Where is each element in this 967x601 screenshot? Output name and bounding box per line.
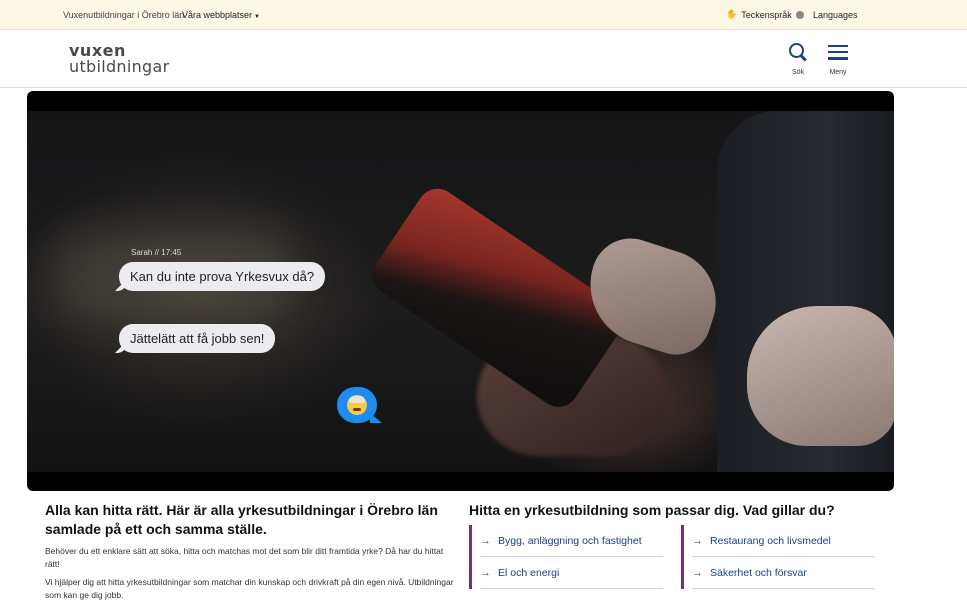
mind-blown-emoji-icon (347, 395, 367, 415)
arrow-right-icon: → (480, 566, 491, 579)
caret-down-icon: ▼ (254, 14, 260, 20)
our-sites-dropdown[interactable]: Våra webbplatser ▼ (182, 10, 260, 20)
intro-section: Alla kan hitta rätt. Här är alla yrkesut… (45, 501, 455, 601)
arrow-right-icon: → (692, 566, 703, 579)
hand-image (747, 306, 894, 446)
utility-bar: Vuxenutbildningar i Örebro län Våra webb… (0, 0, 967, 30)
arrow-right-icon: → (480, 534, 491, 547)
finder-heading: Hitta en yrkesutbildning som passar dig.… (469, 502, 835, 518)
globe-icon (795, 10, 804, 19)
menu-button[interactable]: Meny (818, 42, 858, 76)
sign-language-label: Teckenspråk (741, 9, 792, 20)
intro-paragraph-1: Behöver du ett enklare sätt att söka, hi… (45, 546, 444, 569)
sign-language-link[interactable]: ✋ Teckenspråk (726, 9, 804, 20)
category-label: Restaurang och livsmedel (710, 534, 831, 547)
category-column-right: → Restaurang och livsmedel → Säkerhet oc… (681, 525, 875, 589)
hand-icon: ✋ (726, 9, 738, 19)
chat-bubble-2: Jättelätt att få jobb sen! (119, 324, 276, 353)
logo-line-2: utbildningar (69, 57, 170, 76)
hamburger-menu-icon (828, 42, 848, 62)
intro-paragraph-2: Vi hjälper dig att hitta yrkesutbildning… (45, 577, 454, 600)
chat-meta: Sarah // 17:45 (131, 248, 182, 257)
intro-heading: Alla kan hitta rätt. Här är alla yrkesut… (45, 502, 438, 537)
chat-bubble-1: Kan du inte prova Yrkesvux då? (119, 262, 326, 291)
site-header: vuxen utbildningar Sök Meny (0, 30, 967, 88)
search-icon (788, 42, 808, 62)
arrow-right-icon: → (692, 534, 703, 547)
category-column-left: → Bygg, anläggning och fastighet → El oc… (469, 525, 663, 589)
org-text: Vuxenutbildningar i Örebro län (63, 10, 185, 20)
video-frame: Sarah // 17:45 Kan du inte prova Yrkesvu… (27, 111, 894, 472)
category-label: Säkerhet och försvar (710, 566, 807, 579)
category-label: Bygg, anläggning och fastighet (498, 534, 642, 547)
our-sites-label: Våra webbplatser (182, 10, 253, 20)
search-label: Sök (791, 69, 805, 76)
site-logo[interactable]: vuxen utbildningar (69, 43, 169, 75)
category-link-sakerhet[interactable]: → Säkerhet och försvar (692, 557, 875, 589)
category-link-restaurang[interactable]: → Restaurang och livsmedel (692, 525, 875, 557)
category-link-el[interactable]: → El och energi (480, 557, 663, 589)
emoji-chat-bubble (337, 387, 377, 423)
hero-video[interactable]: Sarah // 17:45 Kan du inte prova Yrkesvu… (27, 91, 894, 491)
menu-label: Meny (829, 69, 847, 76)
education-finder: Hitta en yrkesutbildning som passar dig.… (469, 501, 889, 589)
search-button[interactable]: Sök (778, 42, 818, 76)
languages-link[interactable]: Languages (813, 10, 858, 20)
category-label: El och energi (498, 566, 560, 579)
category-link-bygg[interactable]: → Bygg, anläggning och fastighet (480, 525, 663, 557)
